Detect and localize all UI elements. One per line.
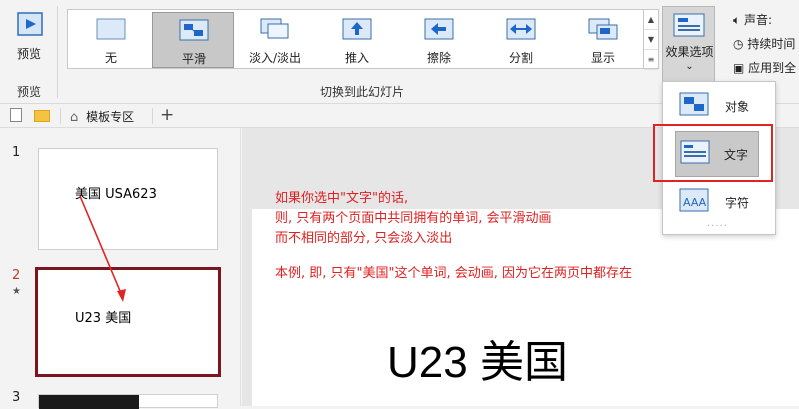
fade-transition-icon bbox=[260, 18, 289, 39]
tab-divider bbox=[60, 108, 61, 124]
gallery-more-icon[interactable]: ≡ bbox=[644, 50, 658, 70]
transition-label: 无 bbox=[104, 51, 117, 65]
animation-star-icon: ★ bbox=[12, 286, 21, 297]
slide-number: 2 bbox=[12, 268, 21, 283]
new-file-icon[interactable] bbox=[10, 108, 22, 122]
highlight-box bbox=[653, 124, 773, 182]
annotation-note: 如果你选中"文字"的话, bbox=[275, 191, 409, 206]
transition-group-label: 切换到此幻灯片 bbox=[319, 85, 404, 99]
transition-label: 擦除 bbox=[426, 51, 451, 65]
tab-template-zone[interactable]: ⌂ 模板专区 bbox=[70, 108, 134, 125]
push-transition-icon bbox=[342, 18, 372, 40]
annotation-arrow bbox=[79, 195, 126, 302]
plus-icon[interactable]: + bbox=[160, 105, 174, 125]
annotation-note: 而不相同的部分, 只会淡入淡出 bbox=[275, 231, 453, 246]
preview-label: 预览 bbox=[16, 47, 41, 61]
transition-label: 平滑 bbox=[181, 52, 206, 66]
transition-fade[interactable]: 淡入/淡出 bbox=[234, 12, 316, 68]
gallery-down-icon[interactable]: ▼ bbox=[644, 30, 658, 50]
slide-thumb-text: U23 美国 bbox=[75, 311, 132, 326]
group-divider bbox=[57, 6, 58, 98]
svg-text:AAA: AAA bbox=[683, 196, 707, 209]
clock-icon: ◷ bbox=[733, 37, 744, 51]
transition-push[interactable]: 推入 bbox=[316, 12, 398, 68]
apply-all-button[interactable]: ▣ 应用到全 bbox=[733, 59, 796, 76]
object-icon bbox=[679, 92, 709, 116]
slide-number: 1 bbox=[12, 145, 21, 160]
tab-label: 模板专区 bbox=[86, 110, 135, 124]
gallery-up-icon[interactable]: ▲ bbox=[644, 10, 658, 30]
apply-all-label: 应用到全 bbox=[748, 61, 797, 75]
effect-options-label: 效果选项 bbox=[665, 45, 714, 59]
transition-reveal[interactable]: 显示 bbox=[562, 12, 644, 68]
character-icon: AAA bbox=[679, 188, 709, 212]
option-object[interactable]: 对象 bbox=[663, 84, 775, 128]
sound-row[interactable]: 🔈︎ 声音: bbox=[733, 11, 772, 28]
wipe-transition-icon bbox=[424, 18, 454, 40]
speaker-icon: 🔈︎ bbox=[733, 13, 741, 27]
duration-row[interactable]: ◷ 持续时间 bbox=[733, 35, 795, 52]
preview-group-label: 预览 bbox=[16, 85, 41, 99]
transition-gallery: 无 平滑 淡入/淡出 推入 擦除 分割 显示 bbox=[67, 9, 645, 69]
morph-transition-icon bbox=[179, 19, 209, 41]
gallery-scroll: ▲ ▼ ≡ bbox=[643, 9, 659, 70]
annotation-note: 本例, 即, 只有"美国"这个单词, 会动画, 因为它在两页中都存在 bbox=[275, 266, 633, 281]
preview-icon bbox=[17, 12, 43, 36]
apply-all-icon: ▣ bbox=[733, 61, 745, 75]
transition-label: 推入 bbox=[344, 51, 369, 65]
option-label: 对象 bbox=[725, 100, 750, 114]
preview-button[interactable]: 预览 bbox=[6, 8, 52, 66]
tab-divider bbox=[152, 108, 153, 124]
reveal-transition-icon bbox=[588, 18, 618, 40]
duration-label: 持续时间 bbox=[747, 37, 796, 51]
transition-label: 分割 bbox=[508, 51, 533, 65]
transition-split[interactable]: 分割 bbox=[480, 12, 562, 68]
option-label: 字符 bbox=[725, 196, 750, 210]
resize-grip[interactable]: ..... bbox=[707, 218, 728, 229]
chevron-down-icon: ⌄ bbox=[685, 61, 694, 72]
effect-options-button[interactable]: 效果选项 ⌄ bbox=[662, 6, 715, 86]
none-transition-icon bbox=[96, 18, 126, 40]
transition-none[interactable]: 无 bbox=[70, 12, 152, 68]
slide-thumb-image bbox=[39, 395, 139, 409]
slide-thumbnail-panel: 1 美国 USA623 2 ★ U23 美国 3 bbox=[0, 128, 241, 409]
slide-title-text[interactable]: U23 美国 bbox=[387, 326, 568, 390]
transition-label: 显示 bbox=[590, 51, 615, 65]
slide-number: 3 bbox=[12, 390, 21, 405]
effect-options-icon bbox=[673, 13, 705, 37]
transition-wipe[interactable]: 擦除 bbox=[398, 12, 480, 68]
home-icon: ⌂ bbox=[70, 110, 79, 125]
annotation-note: 则, 只有两个页面中共同拥有的单词, 会平滑动画 bbox=[275, 211, 552, 226]
transition-morph[interactable]: 平滑 bbox=[152, 12, 234, 68]
transition-label: 淡入/淡出 bbox=[248, 51, 302, 65]
split-transition-icon bbox=[506, 18, 536, 40]
folder-icon[interactable] bbox=[34, 110, 50, 122]
sound-label: 声音: bbox=[744, 13, 773, 27]
